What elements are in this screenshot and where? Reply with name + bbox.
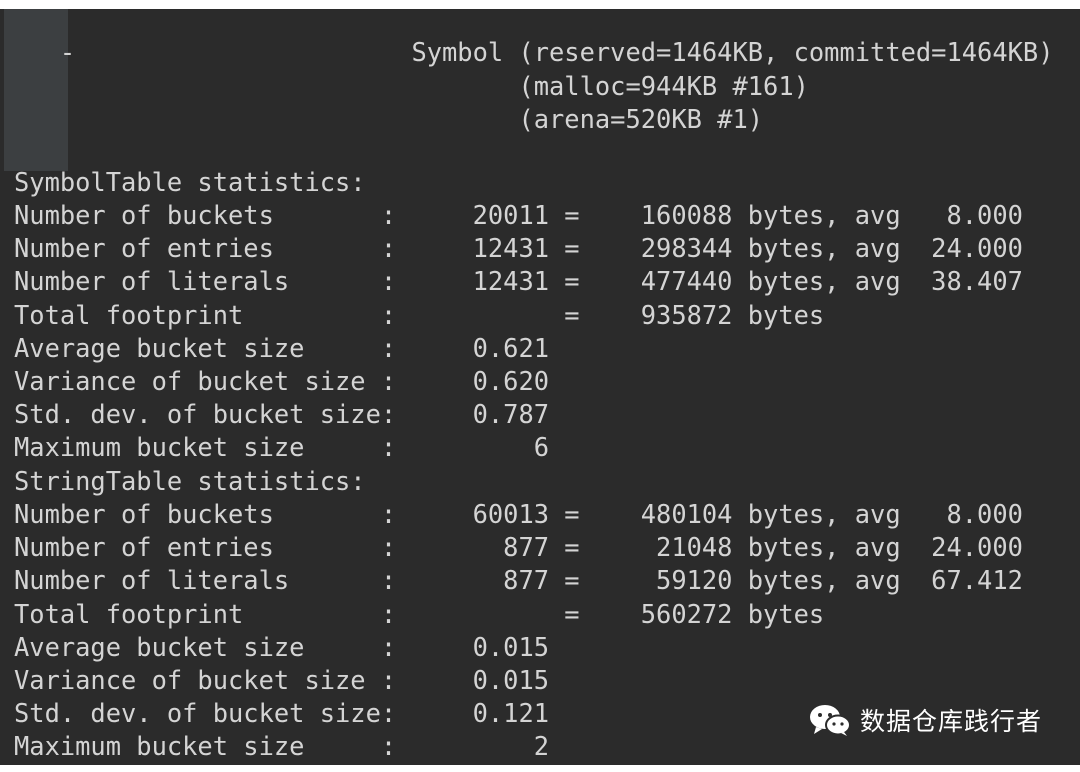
watermark: 数据仓库践行者 [808, 700, 1042, 740]
output-line: (arena=520KB #1) [14, 104, 764, 134]
output-line: - Symbol (reserved=1464KB, committed=146… [14, 37, 1054, 67]
output-line: Maximum bucket size : 2 [14, 731, 550, 761]
wechat-icon [810, 705, 851, 736]
output-line: Variance of bucket size : 0.015 [14, 665, 550, 695]
output-line: StringTable statistics: [14, 466, 366, 496]
terminal-output: - Symbol (reserved=1464KB, committed=146… [0, 9, 1080, 765]
output-line: Average bucket size : 0.621 [14, 333, 550, 363]
output-line: Std. dev. of bucket size: 0.787 [14, 399, 550, 429]
output-line: Number of literals : 12431 = 477440 byte… [14, 266, 1023, 296]
terminal-window: - Symbol (reserved=1464KB, committed=146… [0, 9, 1080, 765]
output-line: Number of literals : 877 = 59120 bytes, … [14, 565, 1023, 595]
output-line: Number of entries : 12431 = 298344 bytes… [14, 233, 1023, 263]
output-line: Maximum bucket size : 6 [14, 432, 550, 462]
output-line: Total footprint : = 560272 bytes [14, 599, 825, 629]
output-line: (malloc=944KB #161) [14, 71, 809, 101]
output-line: Variance of bucket size : 0.620 [14, 366, 550, 396]
output-line: Std. dev. of bucket size: 0.121 [14, 698, 550, 728]
output-line: SymbolTable statistics: [14, 167, 366, 197]
output-line: Total footprint : = 935872 bytes [14, 300, 825, 330]
output-line: Average bucket size : 0.015 [14, 632, 550, 662]
output-line: Number of entries : 877 = 21048 bytes, a… [14, 532, 1023, 562]
output-line: Number of buckets : 20011 = 160088 bytes… [14, 200, 1023, 230]
watermark-text: 数据仓库践行者 [860, 707, 1043, 736]
output-line: Number of buckets : 60013 = 480104 bytes… [14, 499, 1023, 529]
